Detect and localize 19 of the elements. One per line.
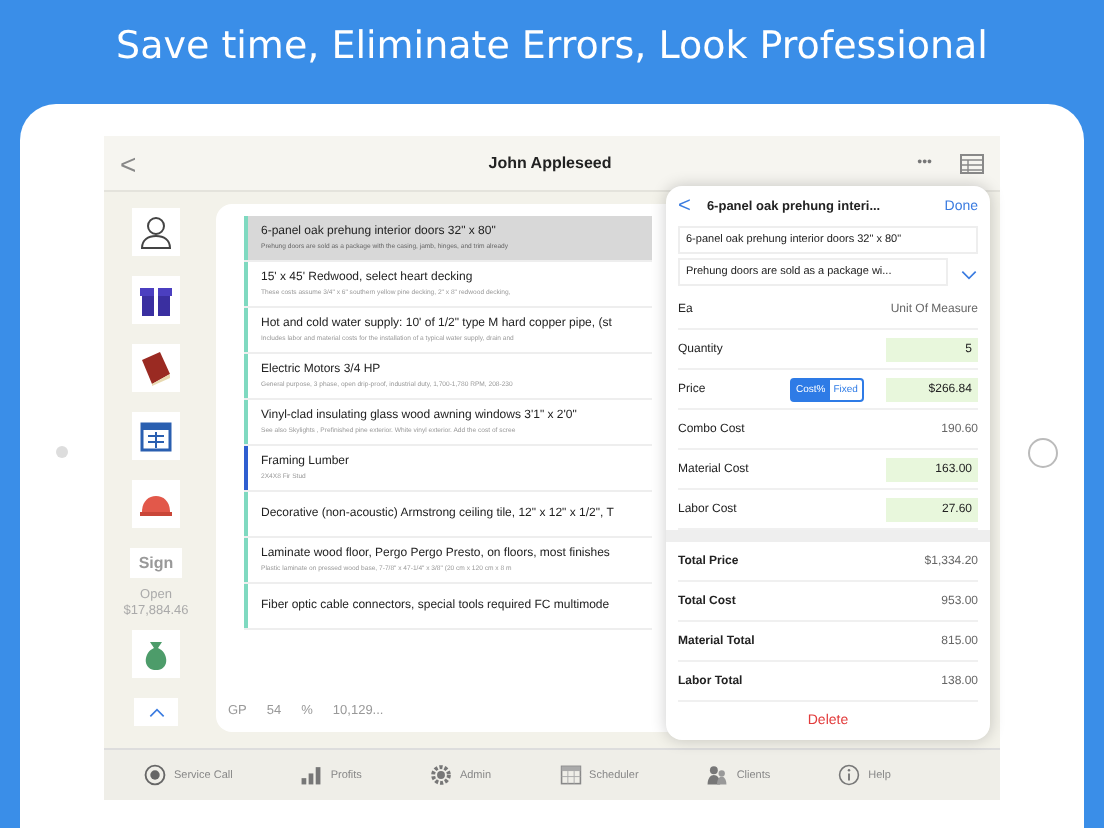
calendar-icon[interactable] <box>132 412 180 460</box>
client-name: John Appleseed <box>486 154 614 172</box>
book-icon[interactable] <box>132 344 180 392</box>
chart-icon <box>300 764 323 786</box>
info-icon <box>838 764 861 786</box>
chevron-down-icon[interactable] <box>960 269 978 279</box>
people-icon <box>706 764 729 786</box>
collapse-button[interactable] <box>134 698 178 726</box>
headline: Save time, Eliminate Errors, Look Professional <box>114 22 990 72</box>
caret-icon <box>147 707 165 717</box>
target-icon <box>144 764 166 786</box>
money-bag-icon[interactable] <box>132 630 180 678</box>
gear-icon <box>429 764 452 786</box>
back-button[interactable]: < <box>678 194 691 218</box>
person-icon[interactable] <box>132 208 180 256</box>
table-icon[interactable] <box>960 153 984 173</box>
hat-icon[interactable] <box>132 480 180 528</box>
camera-icon <box>56 446 68 458</box>
calendar-icon <box>559 764 582 786</box>
